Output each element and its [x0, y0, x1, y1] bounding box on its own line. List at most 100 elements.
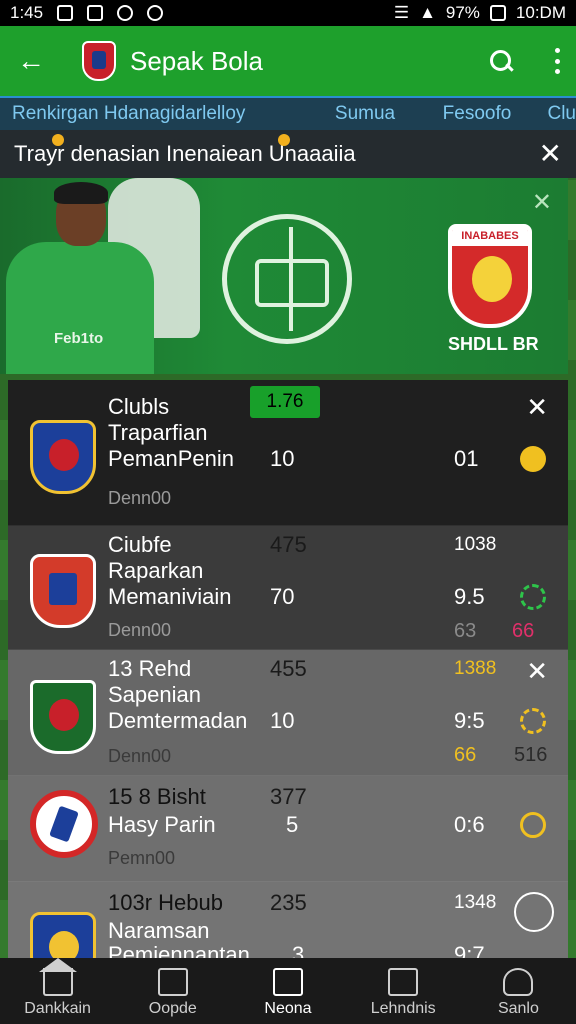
club-name-line: PemanPenin — [108, 446, 234, 471]
club-name-line: 103r Hebub — [108, 890, 223, 915]
notice-text: Trayr denasian Inenaiean Unaaaiia — [14, 141, 356, 166]
club-crest-icon — [30, 420, 96, 494]
value-right: 01 — [454, 446, 479, 471]
value-bottom-right: 516 — [514, 744, 548, 766]
value-top-left: 455 — [270, 656, 307, 681]
list-item[interactable]: 1.76 Clubls Traparfian PemanPenin 10 01 … — [8, 380, 568, 526]
value-top-left: 377 — [270, 784, 307, 809]
club-crest-icon — [30, 680, 96, 754]
nav-item-news[interactable]: Lehndnis — [346, 958, 461, 1024]
value-left: 10 — [270, 708, 295, 733]
chart-icon — [273, 968, 303, 996]
bottom-nav: Dankkain Oopde Neona Lehndnis Sanlo — [0, 958, 576, 1024]
clock-icon[interactable] — [514, 892, 554, 932]
club-name-line: Hasy Parin — [108, 812, 216, 837]
club-name-line: Clubls — [108, 394, 170, 419]
promo-banner[interactable]: Feb1to INABABES SHDLL BR ✕ — [0, 178, 568, 374]
home-icon — [38, 958, 77, 996]
gear-icon[interactable] — [520, 708, 546, 734]
clock: 10:DM — [515, 3, 566, 22]
nav-label: Lehndnis — [370, 1000, 436, 1017]
battery-icon — [489, 5, 506, 21]
coin-icon — [520, 446, 546, 472]
league-emblem-icon — [222, 214, 352, 344]
signal-icon: ▲ — [419, 3, 436, 22]
calendar-icon — [157, 968, 188, 996]
nav-label: Oopde — [148, 1000, 197, 1017]
club-list: 1.76 Clubls Traparfian PemanPenin 10 01 … — [8, 380, 568, 962]
record-icon — [117, 5, 134, 21]
coin-icon — [520, 812, 546, 838]
search-icon[interactable] — [488, 48, 514, 74]
user-icon — [503, 968, 534, 996]
value-bottom-mid: 63 — [454, 620, 477, 642]
club-crest-icon — [30, 912, 96, 961]
back-arrow-icon[interactable]: ← — [14, 44, 48, 78]
value-bottom-right: 66 — [512, 620, 535, 642]
row-subtitle: Denn00 — [108, 488, 172, 508]
nav-item-stats[interactable]: Neona — [230, 958, 345, 1024]
value-right: 9:5 — [454, 708, 485, 733]
shirt-text: Feb1to — [54, 330, 104, 347]
close-icon[interactable]: ✕ — [532, 188, 552, 217]
app-bar: ← Sepak Bola — [0, 26, 576, 96]
nav-item-profile[interactable]: Sanlo — [461, 958, 576, 1024]
club-name-line: Raparkan — [108, 558, 204, 583]
club-name-line: Naramsan — [108, 918, 210, 943]
row-subtitle: Denn00 — [108, 746, 172, 766]
club-name-line: Demtermadan — [108, 708, 248, 733]
notice-dot-icon — [52, 134, 64, 146]
row-subtitle: Denn00 — [108, 620, 172, 640]
list-item[interactable]: Ciubfe Raparkan Memaniviain 475 1038 70 … — [8, 526, 568, 650]
list-item[interactable]: 103r Hebub Naramsan Pemiennantan 235 134… — [8, 882, 568, 962]
banner-caption: SHDLL BR — [448, 334, 539, 354]
notification-icon — [87, 5, 104, 21]
more-menu-icon[interactable] — [552, 48, 562, 74]
value-top-right: 1348 — [454, 892, 497, 913]
value-bottom-mid: 66 — [454, 744, 477, 766]
player-image: Feb1to — [0, 182, 170, 374]
club-crest-icon — [30, 554, 96, 628]
notice-dot-icon — [278, 134, 290, 146]
close-icon[interactable]: ✕ — [526, 394, 548, 420]
value-left: 10 — [270, 446, 295, 471]
value-left: 70 — [270, 584, 295, 609]
sync-icon — [147, 5, 164, 21]
status-bar: 1:45 ☰ ▲ 97% 10:DM — [0, 0, 576, 26]
tab-bar: Renkirgan Hdanagidarlelloy Sumua Fesoofo… — [0, 96, 576, 130]
nav-label: Neona — [264, 1000, 312, 1017]
tab-sumua[interactable]: Sumua — [312, 103, 418, 125]
tab-clu[interactable]: Clu — [536, 103, 576, 125]
nav-item-schedule[interactable]: Oopde — [115, 958, 230, 1024]
list-item[interactable]: 13 Rehd Sapenian Demtermadan 455 1388 10… — [8, 650, 568, 776]
club-name-line: Sapenian — [108, 682, 201, 707]
close-icon[interactable]: ✕ — [526, 658, 548, 684]
nav-label: Dankkain — [24, 1000, 91, 1017]
value-top-right: 1038 — [454, 534, 497, 555]
battery-percent: 97% — [445, 3, 480, 22]
club-crest-icon — [30, 790, 98, 858]
nav-item-home[interactable]: Dankkain — [0, 958, 115, 1024]
odds-badge[interactable]: 1.76 — [250, 386, 320, 418]
app-title: Sepak Bola — [130, 45, 263, 76]
status-time: 1:45 — [10, 3, 44, 22]
list-item[interactable]: 15 8 Bisht Hasy Parin 377 5 0:6 Pemn00 — [8, 776, 568, 882]
news-icon — [388, 968, 419, 996]
club-name-line: 13 Rehd — [108, 656, 192, 681]
club-name-line: Ciubfe — [108, 532, 172, 557]
club-name-line: Memaniviain — [108, 584, 232, 609]
value-left: 5 — [286, 812, 299, 837]
crest-title: INABABES — [452, 226, 528, 246]
gallery-icon — [57, 5, 74, 21]
value-right: 9.5 — [454, 584, 485, 609]
tab-main[interactable]: Renkirgan Hdanagidarlelloy — [12, 103, 312, 125]
notice-banner: Trayr denasian Inenaiean Unaaaiia ✕ — [0, 130, 576, 178]
wifi-icon: ☰ — [393, 3, 410, 22]
row-subtitle: Pemn00 — [108, 848, 176, 868]
gear-icon[interactable] — [520, 584, 546, 610]
nav-label: Sanlo — [497, 1000, 539, 1017]
club-name-line: Traparfian — [108, 420, 208, 445]
tab-fesoofo[interactable]: Fesoofo — [418, 103, 536, 125]
close-icon[interactable]: ✕ — [539, 140, 562, 168]
app-logo — [82, 41, 116, 81]
